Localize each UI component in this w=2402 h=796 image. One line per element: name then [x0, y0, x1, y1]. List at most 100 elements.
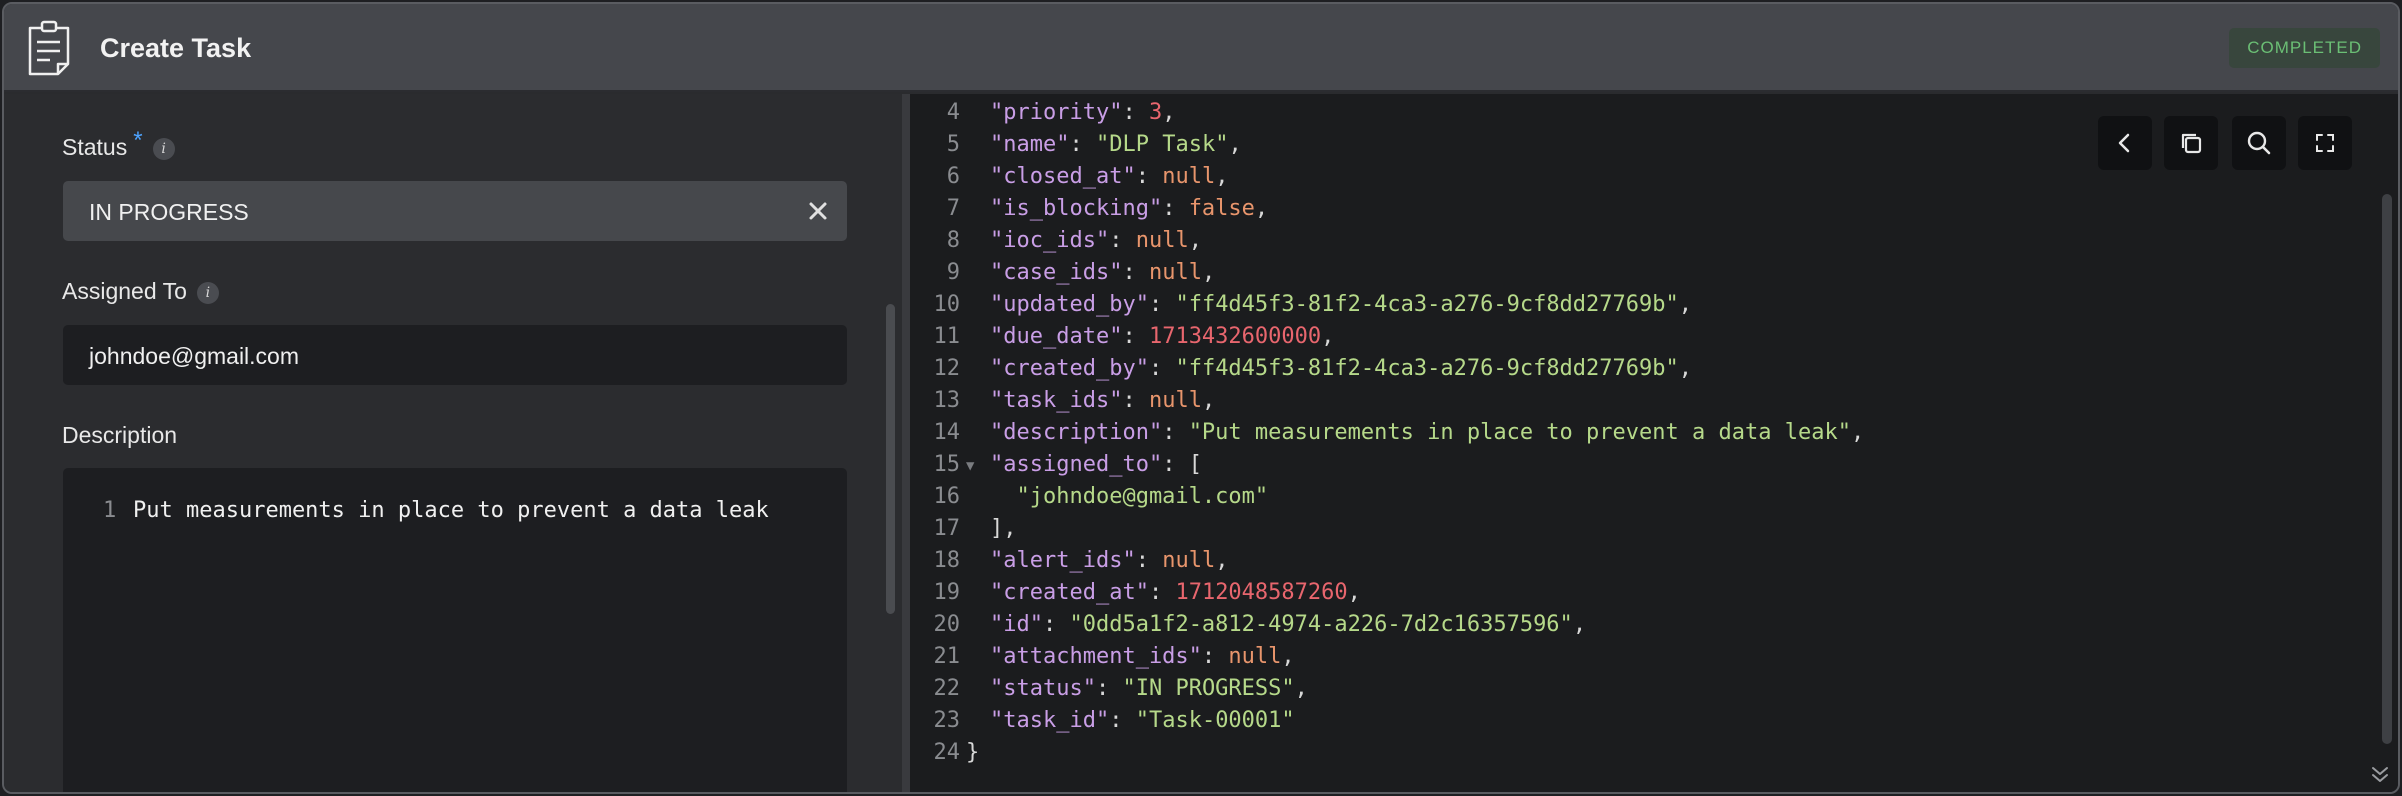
line-number: 20: [933, 612, 961, 637]
json-value: "johndoe@gmail.com": [990, 484, 1269, 509]
json-value: null: [1148, 260, 1202, 285]
search-button[interactable]: [2232, 116, 2286, 170]
json-key: "created_at": [990, 580, 1149, 605]
json-colon: :: [1148, 292, 1176, 317]
json-punctuation: ,: [1162, 100, 1176, 125]
code-content: ],: [990, 516, 1017, 541]
form-scrollbar[interactable]: [886, 304, 895, 614]
assigned-to-input[interactable]: johndoe@gmail.com: [63, 325, 847, 385]
code-content: "assigned_to": [: [990, 452, 1202, 477]
required-mark: *: [133, 127, 143, 154]
json-key: "priority": [990, 100, 1123, 125]
line-number: 22: [933, 676, 961, 701]
description-field-label: Description: [62, 422, 177, 449]
json-value: }: [966, 740, 980, 765]
json-colon: :: [1095, 676, 1123, 701]
line-number: 15: [933, 452, 961, 477]
json-punctuation: ,: [1572, 612, 1587, 637]
line-number: 13: [933, 388, 961, 413]
json-punctuation: ,: [1228, 132, 1242, 157]
json-value: false: [1188, 196, 1255, 221]
json-value: "ff4d45f3-81f2-4ca3-a276-9cf8dd27769b": [1175, 292, 1679, 317]
json-value: "0dd5a1f2-a812-4974-a226-7d2c16357596": [1069, 612, 1573, 637]
info-icon[interactable]: i: [196, 282, 219, 304]
line-number: 24: [933, 740, 961, 765]
line-number: 18: [933, 548, 961, 573]
code-content: "alert_ids": null,: [990, 548, 1228, 573]
page-title: Create Task: [100, 33, 252, 63]
code-content: "is_blocking": false,: [990, 196, 1268, 221]
description-editor[interactable]: 1 Put measurements in place to prevent a…: [63, 468, 847, 792]
json-key: "updated_by": [990, 292, 1149, 317]
code-content: "created_by": "ff4d45f3-81f2-4ca3-a276-9…: [990, 356, 1692, 381]
json-value: 1713432600000: [1148, 324, 1322, 349]
json-punctuation: ,: [1281, 644, 1295, 669]
json-key: "task_ids": [990, 388, 1123, 413]
task-form-panel: Status * i IN PROGRESS Assigned To i johndo…: [4, 94, 902, 792]
json-punctuation: ,: [1347, 580, 1361, 605]
json-colon: :: [1109, 228, 1136, 253]
code-content: "updated_by": "ff4d45f3-81f2-4ca3-a276-9…: [990, 292, 1692, 317]
json-value: null: [1228, 644, 1282, 669]
json-key: "is_blocking": [990, 196, 1163, 221]
line-number: 8: [946, 228, 960, 253]
create-task-window: Create Task COMPLETED Status * i IN PROGRE…: [2, 2, 2400, 794]
line-number: 17: [933, 516, 961, 541]
line-number: 7: [946, 196, 960, 221]
json-key: "task_id": [990, 708, 1110, 733]
code-content: "ioc_ids": null,: [990, 228, 1202, 253]
code-content: "task_ids": null,: [990, 388, 1215, 413]
line-number: 4: [946, 100, 960, 125]
json-punctuation: ,: [1188, 228, 1202, 253]
code-content: "description": "Put measurements in plac…: [990, 420, 1864, 445]
json-value: "Task-00001": [1135, 708, 1295, 733]
json-key: "ioc_ids": [990, 228, 1110, 253]
json-value: "Put measurements in place to prevent a …: [1188, 420, 1851, 445]
code-content: "status": "IN PROGRESS",: [990, 676, 1308, 701]
json-colon: :: [1042, 612, 1070, 637]
json-punctuation: ,: [1254, 196, 1269, 221]
assigned-to-label-text: Assigned To: [62, 278, 187, 304]
code-content: "name": "DLP Task",: [990, 132, 1242, 157]
json-key: "alert_ids": [990, 548, 1136, 573]
json-colon: :: [1148, 356, 1176, 381]
json-key: "id": [990, 612, 1043, 637]
assigned-to-value: johndoe@gmail.com: [89, 343, 300, 369]
json-colon: :: [1122, 388, 1149, 413]
json-colon: :: [1069, 132, 1096, 157]
panel-divider[interactable]: [902, 94, 910, 792]
json-key: "due_date": [990, 324, 1123, 349]
code-content: "case_ids": null,: [990, 260, 1215, 285]
task-clipboard-icon: [28, 20, 70, 76]
copy-icon: [2181, 133, 2202, 154]
code-content: "created_at": 1712048587260,: [990, 580, 1361, 605]
line-number: 5: [946, 132, 960, 157]
window-header: Create Task COMPLETED: [4, 4, 2398, 92]
status-select[interactable]: IN PROGRESS: [63, 181, 847, 241]
json-colon: :: [1135, 164, 1163, 189]
description-label-text: Description: [62, 422, 178, 448]
json-colon: :: [1135, 548, 1163, 573]
fullscreen-button[interactable]: [2298, 116, 2352, 170]
code-content: "closed_at": null,: [990, 164, 1228, 189]
json-value: null: [1162, 548, 1216, 573]
json-value: 1712048587260: [1175, 580, 1348, 605]
line-number: 9: [946, 260, 960, 285]
line-number: 11: [933, 324, 961, 349]
status-select-value: IN PROGRESS: [89, 199, 249, 225]
copy-button[interactable]: [2164, 116, 2218, 170]
clear-icon[interactable]: [803, 196, 833, 226]
fold-toggle-icon[interactable]: ▼: [966, 458, 974, 474]
double-chevron-down-icon[interactable]: [2368, 762, 2392, 786]
collapse-button[interactable]: [2098, 116, 2152, 170]
info-icon[interactable]: i: [152, 138, 175, 160]
json-colon: :: [1162, 452, 1189, 477]
json-colon: :: [1122, 324, 1149, 349]
code-scrollbar[interactable]: [2382, 194, 2392, 744]
json-key: "assigned_to": [990, 452, 1163, 477]
json-colon: :: [1122, 260, 1149, 285]
code-content: "attachment_ids": null,: [990, 644, 1295, 669]
json-key: "closed_at": [990, 164, 1136, 189]
assigned-to-field-label: Assigned To i: [62, 278, 219, 305]
status-field-label: Status * i: [62, 127, 175, 162]
